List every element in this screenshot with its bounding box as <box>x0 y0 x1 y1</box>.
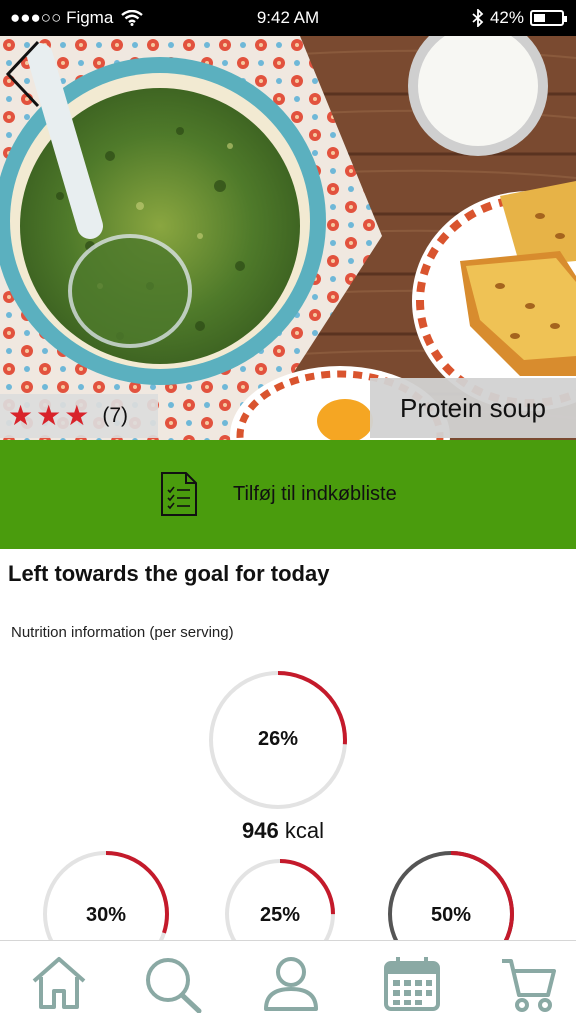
battery-icon <box>530 10 567 26</box>
search-icon[interactable] <box>143 955 203 1013</box>
calorie-percent: 26% <box>257 728 299 750</box>
kcal-unit: kcal <box>284 818 324 843</box>
battery-percent: 42% <box>489 8 524 27</box>
nutrition-subheading: Nutrition information (per serving) <box>11 624 234 641</box>
add-to-list-label: Tilføj til indkøbliste <box>233 483 397 505</box>
nutrient-percent: 30% <box>85 904 127 926</box>
add-to-shopping-list-button[interactable]: Tilføj til indkøbliste <box>0 440 576 549</box>
kcal-value: 946 <box>242 818 279 843</box>
star-icon: ★ <box>8 400 34 431</box>
calorie-progress-ring: 26% <box>208 670 348 810</box>
home-icon[interactable] <box>30 955 88 1011</box>
bottom-tab-bar <box>0 940 576 1025</box>
goal-heading: Left towards the goal for today <box>8 561 330 586</box>
calendar-icon[interactable] <box>383 955 441 1013</box>
chevron-left-icon <box>5 40 40 108</box>
status-right: 42% <box>472 8 567 28</box>
rating-badge: ★ ★ ★ (7) <box>0 394 158 438</box>
profile-icon[interactable] <box>262 955 320 1013</box>
star-icon: ★ <box>64 400 90 431</box>
nutrient-percent: 50% <box>430 904 472 926</box>
back-button[interactable] <box>0 36 48 108</box>
cart-icon[interactable] <box>500 955 556 1013</box>
nutrient-percent: 25% <box>259 904 301 926</box>
star-icon: ★ <box>36 400 62 431</box>
calorie-readout: 946 kcal <box>0 818 566 844</box>
status-bar: ●●●○○ Figma 9:42 AM 42% <box>0 0 576 36</box>
recipe-photo: ★ ★ ★ (7) Protein soup <box>0 36 576 440</box>
recipe-title: Protein soup <box>370 378 576 438</box>
bluetooth-icon <box>472 9 484 27</box>
checklist-icon <box>161 472 197 516</box>
rating-count: (7) <box>102 404 128 427</box>
